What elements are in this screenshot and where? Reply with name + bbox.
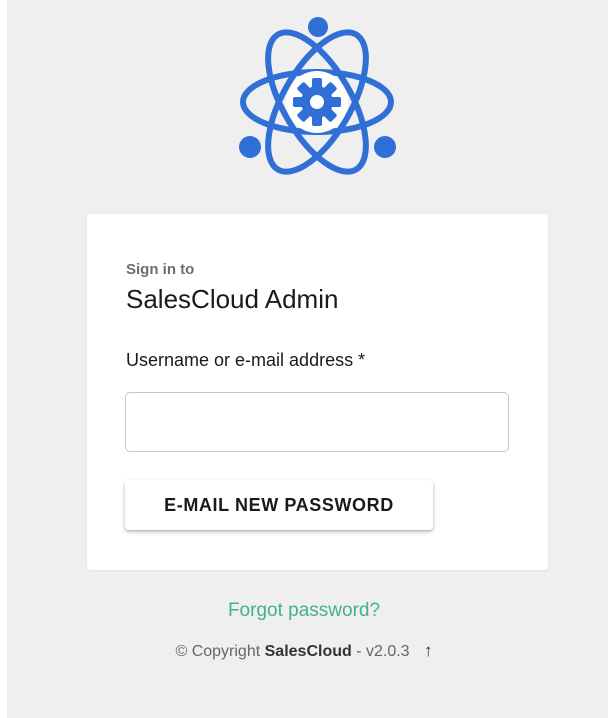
arrow-up-icon[interactable]: ↑ bbox=[424, 641, 433, 661]
version-text: - v2.0.3 bbox=[356, 643, 410, 660]
login-card: Sign in to SalesCloud Admin Username or … bbox=[87, 214, 548, 570]
username-input[interactable] bbox=[125, 392, 509, 452]
page-title: SalesCloud Admin bbox=[126, 284, 339, 314]
email-new-password-button[interactable]: E-MAIL NEW PASSWORD bbox=[125, 480, 433, 530]
sign-in-prefix: Sign in to bbox=[126, 261, 195, 278]
forgot-password-link[interactable]: Forgot password? bbox=[0, 600, 608, 622]
copyright-text: © Copyright bbox=[175, 643, 261, 660]
footer-brand: SalesCloud bbox=[264, 643, 352, 660]
username-label: Username or e-mail address * bbox=[126, 350, 366, 370]
atom-gear-icon bbox=[239, 17, 396, 175]
footer: © Copyright SalesCloud - v2.0.3 ↑ bbox=[0, 641, 608, 661]
